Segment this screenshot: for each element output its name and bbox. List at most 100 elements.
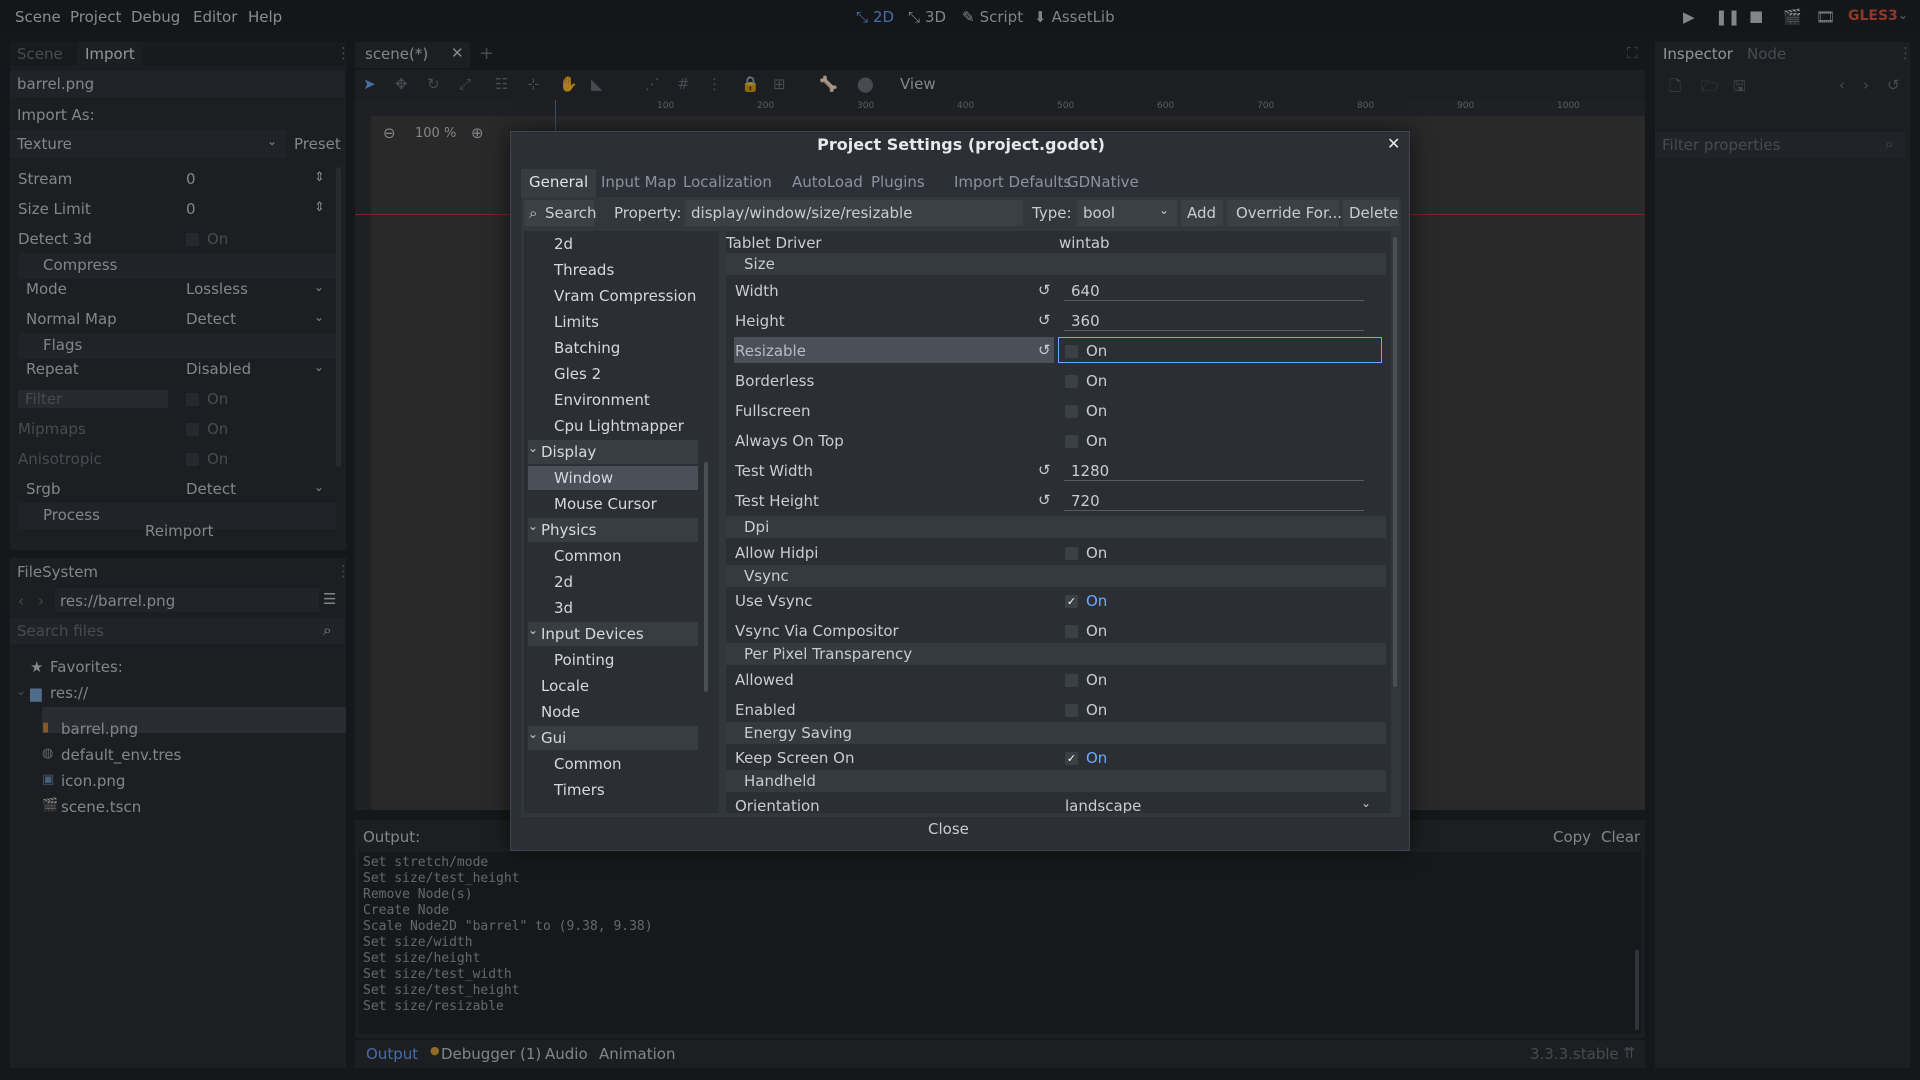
property-checkbox[interactable]: On	[1065, 701, 1107, 719]
chevron-down-icon[interactable]: ⌄	[528, 727, 538, 741]
chevron-down-icon[interactable]: ⌄	[528, 441, 538, 455]
slider-line	[1064, 510, 1364, 511]
tree-item[interactable]: Timers	[554, 781, 605, 805]
settings-tab[interactable]: Localization	[675, 169, 780, 197]
section-label: Vsync	[744, 567, 789, 585]
delete-label: Delete	[1349, 204, 1399, 222]
section-label: Size	[744, 255, 775, 273]
close-button[interactable]: Close	[928, 820, 994, 846]
property-label: Tablet Driver	[726, 234, 822, 252]
revert-icon[interactable]: ↺	[1038, 491, 1051, 509]
property-value[interactable]: wintab	[1059, 234, 1110, 252]
tree-item[interactable]: Pointing	[554, 651, 614, 675]
property-checkbox[interactable]: ✓ On	[1065, 592, 1107, 610]
chevron-down-icon[interactable]: ⌄	[528, 623, 538, 637]
revert-icon[interactable]: ↺	[1038, 461, 1051, 479]
revert-icon[interactable]: ↺	[1038, 281, 1051, 299]
tree-item[interactable]: Display	[541, 443, 596, 467]
property-section: Size	[726, 253, 1386, 275]
revert-icon[interactable]: ↺	[1038, 311, 1051, 329]
tree-item[interactable]: Limits	[554, 313, 599, 337]
tree-item[interactable]: Threads	[554, 261, 614, 285]
tree-item[interactable]: Input Devices	[541, 625, 644, 649]
property-label: Fullscreen	[735, 402, 811, 420]
property-row: Fullscreen On	[726, 399, 1386, 423]
settings-tab[interactable]: General	[521, 169, 597, 197]
property-number[interactable]: 720	[1071, 492, 1100, 510]
chevron-down-icon: ⌄	[1159, 203, 1170, 217]
tree-item[interactable]: Common	[554, 547, 622, 571]
revert-icon[interactable]: ↺	[1038, 341, 1051, 359]
tree-item[interactable]: Physics	[541, 521, 596, 545]
property-select[interactable]: landscape	[1065, 797, 1141, 813]
close-icon[interactable]: ✕	[1387, 134, 1400, 153]
property-row: Vsync Via Compositor On	[726, 619, 1386, 643]
tree-item[interactable]: Vram Compression	[554, 287, 696, 311]
settings-tab[interactable]: GDNative	[1059, 169, 1147, 197]
property-checkbox[interactable]: ✓ On	[1065, 749, 1107, 767]
property-label: Vsync Via Compositor	[735, 622, 899, 640]
property-number[interactable]: 640	[1071, 282, 1100, 300]
property-input-value: display/window/size/resizable	[691, 204, 913, 222]
props-scrollbar[interactable]	[1393, 237, 1397, 687]
property-number[interactable]: 1280	[1071, 462, 1109, 480]
tree-item[interactable]: Mouse Cursor	[554, 495, 657, 519]
tree-item[interactable]: Environment	[554, 391, 650, 415]
property-section: Per Pixel Transparency	[726, 643, 1386, 665]
property-label: Property:	[614, 204, 682, 222]
property-row: Test Height ↺ 720	[726, 489, 1386, 513]
property-label: Use Vsync	[735, 592, 813, 610]
property-row: Tablet Driver wintab	[726, 231, 1386, 255]
tree-item[interactable]: 2d	[554, 235, 573, 259]
type-label: Type:	[1032, 204, 1072, 222]
search-label: Search	[545, 204, 597, 222]
chevron-down-icon[interactable]: ⌄	[528, 519, 538, 533]
property-checkbox[interactable]: On	[1065, 342, 1107, 360]
property-checkbox[interactable]: On	[1065, 372, 1107, 390]
tree-item[interactable]: Gui	[541, 729, 566, 753]
section-label: Dpi	[744, 518, 770, 536]
property-row: Allowed On	[726, 668, 1386, 692]
property-label: Allowed	[735, 671, 794, 689]
property-number[interactable]: 360	[1071, 312, 1100, 330]
tree-scrollbar[interactable]	[704, 462, 708, 692]
property-checkbox[interactable]: On	[1065, 402, 1107, 420]
property-row: Use Vsync ✓ On	[726, 589, 1386, 613]
add-label: Add	[1187, 204, 1217, 222]
search-icon: ⌕	[529, 204, 538, 222]
slider-line	[1064, 330, 1364, 331]
project-settings-dialog: Project Settings (project.godot) ✕ Gener…	[510, 131, 1410, 851]
section-label: Energy Saving	[744, 724, 853, 742]
chevron-down-icon: ⌄	[1361, 796, 1372, 810]
property-row: Orientation ⌄ landscape	[726, 794, 1386, 813]
property-checkbox[interactable]: On	[1065, 432, 1107, 450]
tree-item[interactable]: Cpu Lightmapper	[554, 417, 684, 441]
property-row: Allow Hidpi On	[726, 541, 1386, 565]
tree-item[interactable]: 2d	[554, 573, 573, 597]
tree-item[interactable]: Common	[554, 755, 622, 779]
property-label: Test Width	[735, 462, 813, 480]
section-label: Per Pixel Transparency	[744, 645, 913, 663]
property-section: Vsync	[726, 565, 1386, 587]
settings-tree: 2d Threads Vram Compression Limits Batching G…	[524, 231, 719, 813]
property-row: Always On Top On	[726, 429, 1386, 453]
settings-properties: Tablet Driver wintab Size Width ↺ 640 Height ↺ 3…	[726, 231, 1391, 813]
property-label: Resizable	[735, 342, 806, 360]
property-section: Handheld	[726, 770, 1386, 792]
property-checkbox[interactable]: On	[1065, 544, 1107, 562]
tree-item[interactable]: 3d	[554, 599, 573, 623]
tree-item[interactable]: Batching	[554, 339, 620, 363]
property-label: Orientation	[735, 797, 820, 813]
property-section: Energy Saving	[726, 722, 1386, 744]
settings-tab[interactable]: AutoLoad	[784, 169, 871, 197]
property-checkbox[interactable]: On	[1065, 671, 1107, 689]
property-row: Width ↺ 640	[726, 279, 1386, 303]
property-label: Test Height	[735, 492, 819, 510]
tree-item[interactable]: Window	[554, 469, 613, 493]
tree-item[interactable]: Gles 2	[554, 365, 601, 389]
settings-tab[interactable]: Input Map	[593, 169, 684, 197]
tree-item[interactable]: Locale	[541, 677, 589, 701]
tree-item[interactable]: Node	[541, 703, 580, 727]
settings-tab[interactable]: Plugins	[863, 169, 933, 197]
property-checkbox[interactable]: On	[1065, 622, 1107, 640]
